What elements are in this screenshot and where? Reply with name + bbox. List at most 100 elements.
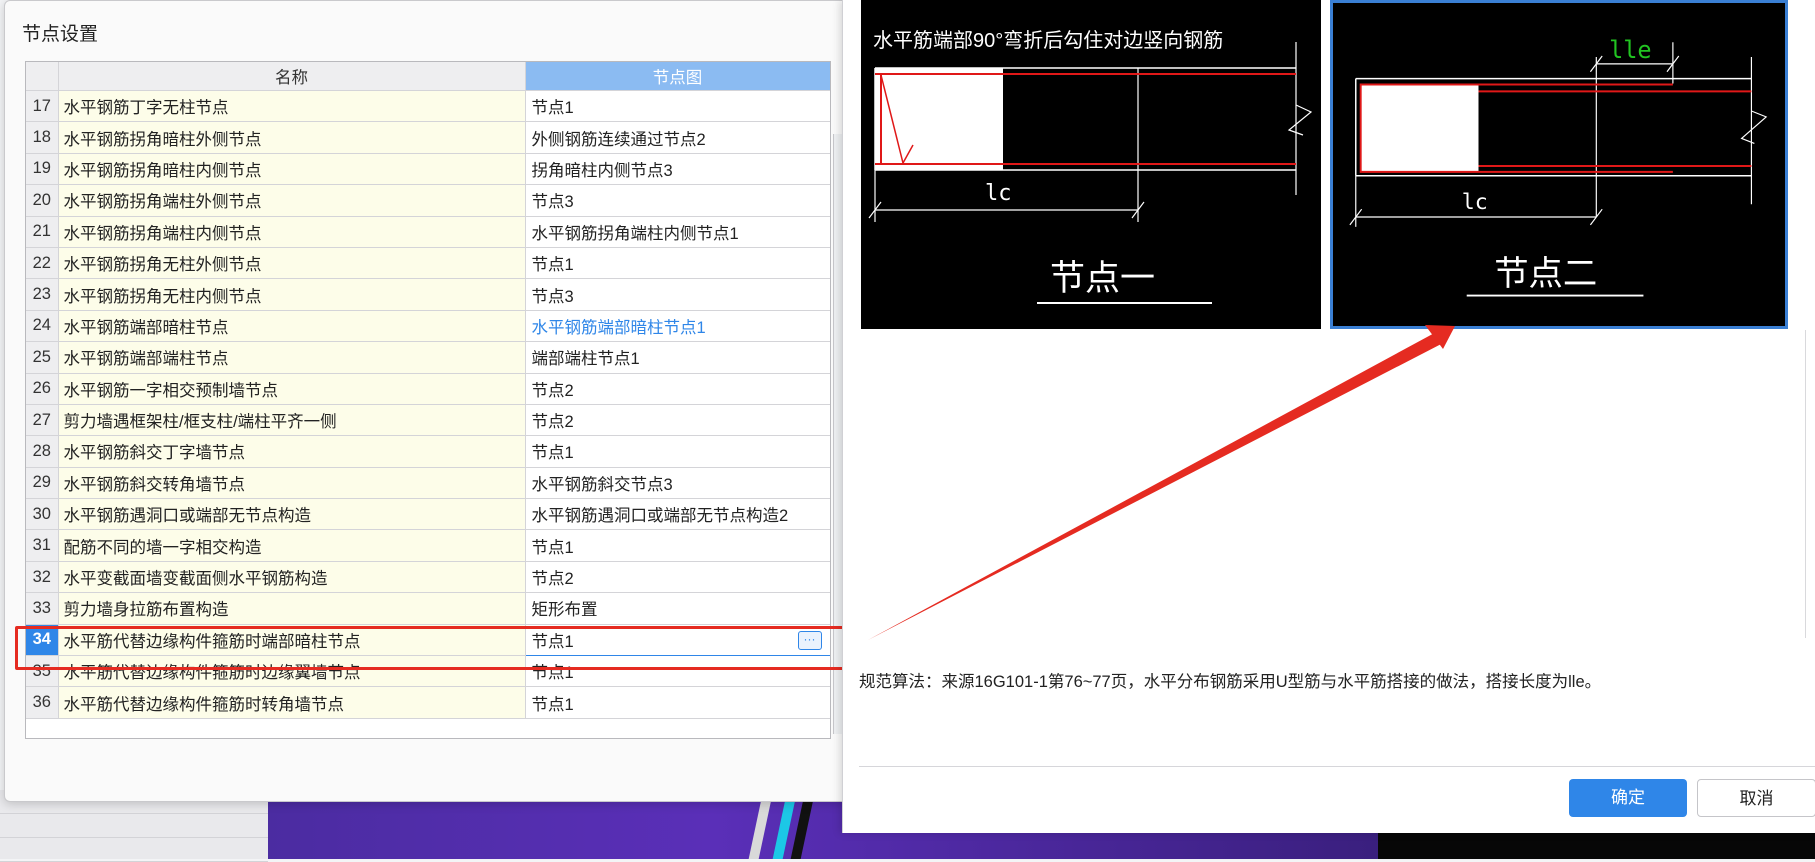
node-label-2: 节点二	[1494, 254, 1597, 294]
row-name-cell[interactable]: 水平钢筋斜交转角墙节点	[58, 467, 526, 500]
row-node-cell[interactable]: 节点2	[525, 561, 830, 594]
row-node-cell[interactable]: 节点1	[525, 686, 830, 719]
row-name-cell[interactable]: 剪力墙身拉筋布置构造	[58, 592, 526, 625]
row-name-cell[interactable]: 水平筋代替边缘构件箍筋时端部暗柱节点	[58, 624, 526, 657]
row-name-cell[interactable]: 水平钢筋拐角无柱外侧节点	[58, 247, 526, 280]
row-number: 18	[26, 121, 59, 154]
row-node-cell[interactable]: 矩形布置	[525, 592, 830, 625]
row-name-cell[interactable]: 配筋不同的墙一字相交构造	[58, 529, 526, 562]
table-row[interactable]: 17 水平钢筋丁字无柱节点 节点1	[26, 90, 830, 123]
row-node-cell[interactable]: 水平钢筋拐角端柱内侧节点1	[525, 216, 830, 248]
node-value: 端部端柱节点1	[531, 350, 640, 369]
row-name-cell[interactable]: 水平钢筋丁字无柱节点	[58, 90, 526, 123]
confirm-button[interactable]: 确定	[1569, 779, 1687, 817]
node-value: 节点2	[531, 381, 574, 400]
row-number: 33	[26, 592, 59, 625]
row-node-cell[interactable]: 水平钢筋端部暗柱节点1	[525, 310, 830, 343]
row-number: 31	[26, 529, 59, 562]
preview-scrollbar[interactable]	[1805, 330, 1812, 638]
row-node-cell[interactable]: 节点3	[525, 184, 830, 217]
node-settings-dialog: 节点设置 名称 节点图 17 水平钢筋丁字无柱节点 节点1 18 水平钢筋拐角暗柱外侧节…	[4, 0, 852, 802]
table-row[interactable]: 27 剪力墙遇框架柱/框支柱/端柱平齐一侧 节点2	[26, 404, 830, 437]
node-value: 节点2	[531, 570, 574, 589]
row-node-cell[interactable]: 节点2	[525, 404, 830, 437]
node-value: 节点1	[531, 99, 574, 118]
row-node-cell[interactable]: 拐角暗柱内侧节点3	[525, 153, 830, 186]
table-row[interactable]: 25 水平钢筋端部端柱节点 端部端柱节点1	[26, 341, 830, 374]
table-row[interactable]: 26 水平钢筋一字相交预制墙节点 节点2	[26, 373, 830, 405]
row-name-cell[interactable]: 水平钢筋端部端柱节点	[58, 341, 526, 374]
node-value: 矩形布置	[531, 601, 598, 620]
table-row[interactable]: 30 水平钢筋遇洞口或端部无节点构造 水平钢筋遇洞口或端部无节点构造2	[26, 498, 830, 531]
ellipsis-button[interactable]: ···	[797, 630, 822, 650]
row-node-cell[interactable]: 节点1	[525, 435, 830, 468]
row-node-cell[interactable]: 节点1	[525, 90, 830, 123]
node-label-1: 节点一	[1050, 259, 1155, 299]
row-name-cell[interactable]: 水平钢筋遇洞口或端部无节点构造	[58, 498, 526, 531]
row-number: 27	[26, 404, 59, 437]
column-header-node[interactable]: 节点图	[525, 62, 830, 91]
row-name-cell[interactable]: 水平钢筋端部暗柱节点	[58, 310, 526, 343]
row-node-cell[interactable]: 节点1	[525, 655, 830, 688]
row-node-cell[interactable]: 水平钢筋遇洞口或端部无节点构造2	[525, 498, 830, 531]
row-name-cell[interactable]: 水平钢筋拐角无柱内侧节点	[58, 278, 526, 311]
table-row[interactable]: 36 水平筋代替边缘构件箍筋时转角墙节点 节点1	[26, 686, 830, 719]
row-node-cell[interactable]: 节点1	[525, 247, 830, 280]
node-value: 节点1	[531, 695, 574, 714]
table-row[interactable]: 28 水平钢筋斜交丁字墙节点 节点1	[26, 435, 830, 468]
column-block	[875, 68, 1003, 170]
row-name-cell[interactable]: 水平钢筋拐角暗柱内侧节点	[58, 153, 526, 186]
node-option-2[interactable]: lle lc 节点二	[1330, 0, 1788, 329]
row-name-cell[interactable]: 水平钢筋拐角端柱内侧节点	[58, 216, 526, 248]
row-number: 24	[26, 310, 59, 343]
node-value: 节点1	[531, 256, 574, 275]
row-node-cell[interactable]: 节点3	[525, 278, 830, 311]
node-settings-grid: 名称 节点图 17 水平钢筋丁字无柱节点 节点1 18 水平钢筋拐角暗柱外侧节点 外侧钢筋…	[25, 61, 831, 739]
table-row[interactable]: 31 配筋不同的墙一字相交构造 节点1	[26, 529, 830, 562]
row-node-cell[interactable]: 节点1 ···	[524, 623, 830, 657]
node-value: 节点2	[531, 413, 574, 432]
row-name-cell[interactable]: 水平钢筋斜交丁字墙节点	[58, 435, 526, 468]
row-node-cell[interactable]: 节点1	[525, 529, 830, 562]
row-number: 29	[26, 467, 59, 500]
table-row[interactable]: 20 水平钢筋拐角端柱外侧节点 节点3	[26, 184, 830, 217]
node-value: 节点3	[531, 193, 574, 212]
row-number: 34	[26, 624, 59, 657]
row-number: 36	[26, 686, 59, 719]
table-row[interactable]: 22 水平钢筋拐角无柱外侧节点 节点1	[26, 247, 830, 280]
row-node-cell[interactable]: 端部端柱节点1	[525, 341, 830, 374]
preview-caption: 水平筋端部90°弯折后勾住对边竖向钢筋	[873, 29, 1223, 52]
row-name-cell[interactable]: 水平筋代替边缘构件箍筋时转角墙节点	[58, 686, 526, 719]
column-header-name[interactable]: 名称	[58, 62, 526, 91]
row-node-cell[interactable]: 外侧钢筋连续通过节点2	[525, 121, 830, 154]
table-row[interactable]: 33 剪力墙身拉筋布置构造 矩形布置	[26, 592, 830, 625]
row-name-cell[interactable]: 水平变截面墙变截面侧水平钢筋构造	[58, 561, 526, 594]
row-name-cell[interactable]: 水平钢筋拐角暗柱外侧节点	[58, 121, 526, 154]
row-number: 30	[26, 498, 59, 531]
table-row[interactable]: 32 水平变截面墙变截面侧水平钢筋构造 节点2	[26, 561, 830, 594]
table-row[interactable]: 34 水平筋代替边缘构件箍筋时端部暗柱节点 节点1 ···	[26, 623, 830, 657]
row-number: 28	[26, 435, 59, 468]
row-name-cell[interactable]: 剪力墙遇框架柱/框支柱/端柱平齐一侧	[58, 404, 526, 437]
table-row[interactable]: 23 水平钢筋拐角无柱内侧节点 节点3	[26, 278, 830, 311]
node-value: 水平钢筋斜交节点3	[531, 475, 673, 494]
node-option-1[interactable]: 水平筋端部90°弯折后勾住对边竖向钢筋 lc 节点一	[861, 0, 1321, 329]
row-name-cell[interactable]: 水平钢筋一字相交预制墙节点	[58, 373, 526, 405]
row-number: 32	[26, 561, 59, 594]
table-row[interactable]: 29 水平钢筋斜交转角墙节点 水平钢筋斜交节点3	[26, 467, 830, 500]
row-name-cell[interactable]: 水平钢筋拐角端柱外侧节点	[58, 184, 526, 217]
row-node-cell[interactable]: 节点2	[525, 373, 830, 405]
row-name-cell[interactable]: 水平筋代替边缘构件箍筋时边缘翼墙节点	[58, 655, 526, 688]
node-value: 节点1	[531, 632, 574, 651]
row-number: 25	[26, 341, 59, 374]
cancel-button[interactable]: 取消	[1697, 779, 1815, 817]
table-row[interactable]: 35 水平筋代替边缘构件箍筋时边缘翼墙节点 节点1	[26, 655, 830, 688]
node-value: 水平钢筋遇洞口或端部无节点构造2	[531, 507, 789, 526]
table-row[interactable]: 19 水平钢筋拐角暗柱内侧节点 拐角暗柱内侧节点3	[26, 153, 830, 186]
node-value: 水平钢筋端部暗柱节点1	[531, 318, 706, 337]
table-row[interactable]: 18 水平钢筋拐角暗柱外侧节点 外侧钢筋连续通过节点2	[26, 121, 830, 154]
column-block	[1360, 85, 1479, 172]
row-node-cell[interactable]: 水平钢筋斜交节点3	[525, 467, 830, 500]
table-row[interactable]: 24 水平钢筋端部暗柱节点 水平钢筋端部暗柱节点1	[26, 310, 830, 343]
table-row[interactable]: 21 水平钢筋拐角端柱内侧节点 水平钢筋拐角端柱内侧节点1	[26, 216, 830, 248]
